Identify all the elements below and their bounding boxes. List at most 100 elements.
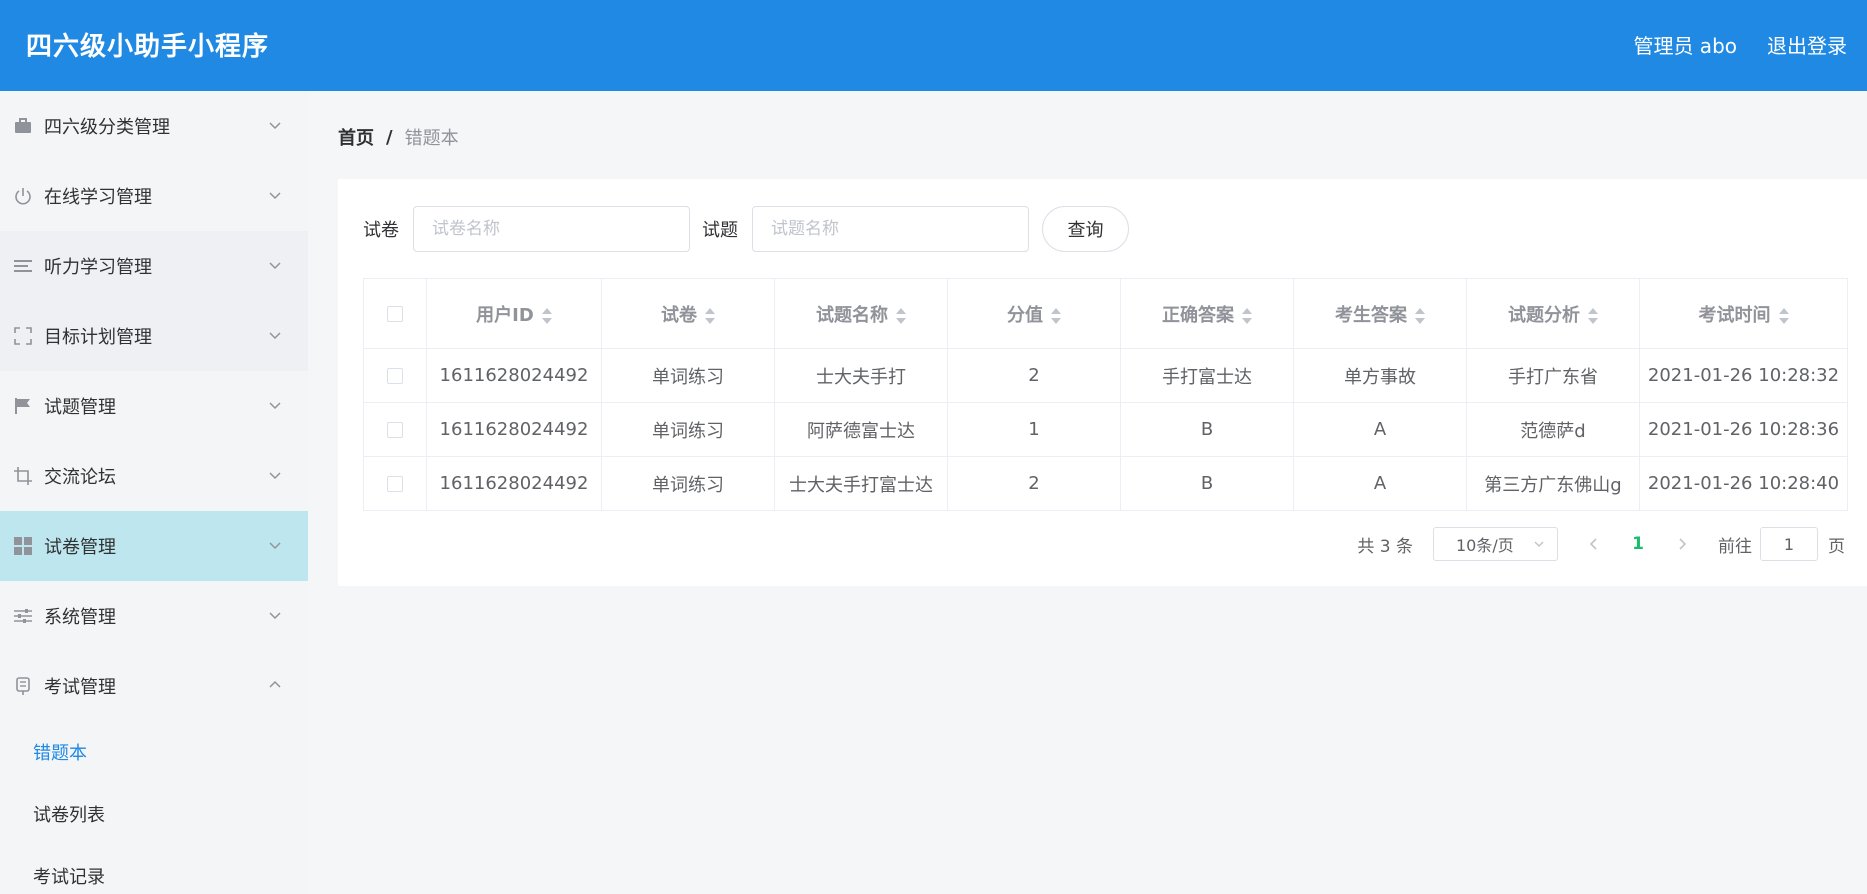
prev-page-button[interactable]: [1582, 532, 1606, 556]
sidebar-item-goal-plan[interactable]: 目标计划管理: [0, 301, 308, 371]
sort-icon[interactable]: [1242, 307, 1252, 324]
page-suffix-label: 页: [1828, 536, 1845, 557]
table-cell: 阿萨德富士达: [774, 402, 948, 457]
breadcrumb-separator: /: [386, 126, 393, 148]
row-select-cell: [363, 402, 427, 457]
table-cell: 1611628024492: [426, 456, 602, 511]
breadcrumb-home[interactable]: 首页: [338, 124, 374, 150]
table-cell: 单词练习: [601, 348, 775, 403]
sidebar-item-online-study[interactable]: 在线学习管理: [0, 161, 308, 231]
column-header[interactable]: 正确答案: [1120, 278, 1294, 349]
table-cell: 2021-01-26 10:28:32: [1639, 348, 1848, 403]
table-cell: 手打富士达: [1120, 348, 1294, 403]
table-cell: 单方事故: [1293, 348, 1467, 403]
table-cell: B: [1120, 402, 1294, 457]
row-select-cell: [363, 456, 427, 511]
table-cell: 单词练习: [601, 402, 775, 457]
table-cell: 第三方广东佛山g: [1466, 456, 1640, 511]
query-button[interactable]: 查询: [1042, 206, 1129, 252]
sidebar-item-label: 交流论坛: [44, 467, 116, 488]
total-count: 共 3 条: [1357, 536, 1413, 557]
sidebar-subitem-exam-records[interactable]: 考试记录: [0, 845, 308, 894]
row-checkbox[interactable]: [387, 422, 403, 438]
sidebar-item-exams[interactable]: 考试管理: [0, 651, 308, 721]
sort-icon[interactable]: [1051, 307, 1061, 324]
breadcrumb-current: 错题本: [404, 128, 459, 149]
select-all-checkbox[interactable]: [387, 306, 403, 322]
table-cell: 2: [947, 348, 1121, 403]
table-cell: A: [1293, 402, 1467, 457]
sidebar-item-label: 考试管理: [44, 677, 116, 698]
column-header[interactable]: 试题名称: [774, 278, 948, 349]
sort-icon[interactable]: [705, 307, 715, 324]
phone-icon: [13, 676, 33, 696]
chevron-down-icon: [269, 262, 281, 270]
column-header[interactable]: 试卷: [601, 278, 775, 349]
sliders-icon: [13, 606, 33, 626]
table-cell: B: [1120, 456, 1294, 511]
sidebar-item-label: 四六级分类管理: [44, 117, 170, 138]
sidebar-item-questions[interactable]: 试题管理: [0, 371, 308, 441]
column-label: 用户ID: [476, 304, 534, 326]
sidebar-item-category[interactable]: 四六级分类管理: [0, 91, 308, 161]
sidebar-item-forum[interactable]: 交流论坛: [0, 441, 308, 511]
sidebar-item-papers[interactable]: 试卷管理: [0, 511, 308, 581]
table-row: 1611628024492 单词练习 士大夫手打富士达 2 B A 第三方广东佛…: [363, 456, 1848, 511]
sort-icon[interactable]: [541, 307, 552, 324]
header-actions: 管理员 abo 退出登录: [1633, 30, 1847, 59]
chevron-down-icon: [269, 332, 281, 340]
table-cell: 1611628024492: [426, 348, 602, 403]
sidebar-item-system[interactable]: 系统管理: [0, 581, 308, 651]
sidebar-item-label: 系统管理: [44, 607, 116, 628]
table-cell: 2021-01-26 10:28:40: [1639, 456, 1848, 511]
page-size-select[interactable]: 10条/页: [1433, 527, 1558, 561]
chevron-down-icon: [269, 192, 281, 200]
frame-icon: [13, 326, 33, 346]
column-header[interactable]: 考试时间: [1639, 278, 1848, 349]
sidebar-item-label: 在线学习管理: [44, 187, 152, 208]
crop-icon: [13, 466, 33, 486]
chevron-down-icon: [269, 402, 281, 410]
breadcrumb: 首页 / 错题本: [338, 124, 459, 150]
table-row: 1611628024492 单词练习 阿萨德富士达 1 B A 范德萨d 202…: [363, 402, 1848, 457]
column-label: 正确答案: [1162, 304, 1234, 326]
sidebar-item-label: 目标计划管理: [44, 327, 152, 348]
sort-icon[interactable]: [1588, 307, 1598, 324]
column-header[interactable]: 分值: [947, 278, 1121, 349]
column-label: 试题名称: [816, 304, 888, 326]
column-header[interactable]: 试题分析: [1466, 278, 1640, 349]
chevron-up-icon: [269, 680, 281, 688]
pagination: 共 3 条 10条/页 1 前往 页: [1357, 527, 1845, 561]
goto-page-input[interactable]: [1760, 527, 1818, 561]
sidebar-item-label: 听力学习管理: [44, 257, 152, 278]
sidebar-subitem-wrong-questions[interactable]: 错题本: [0, 721, 308, 783]
goto-label: 前往: [1718, 536, 1752, 557]
sort-icon[interactable]: [1415, 307, 1425, 324]
page-number[interactable]: 1: [1618, 534, 1658, 554]
column-header[interactable]: 考生答案: [1293, 278, 1467, 349]
row-checkbox[interactable]: [387, 476, 403, 492]
logout-button[interactable]: 退出登录: [1767, 30, 1847, 59]
admin-user-label[interactable]: 管理员 abo: [1633, 30, 1737, 59]
chevron-down-icon: [269, 612, 281, 620]
sidebar-subitem-paper-list[interactable]: 试卷列表: [0, 783, 308, 845]
column-label: 考生答案: [1335, 304, 1407, 326]
table-cell: A: [1293, 456, 1467, 511]
sort-icon[interactable]: [896, 307, 906, 324]
question-name-input[interactable]: [752, 206, 1029, 252]
column-label: 试卷: [661, 304, 697, 326]
paper-filter-label: 试卷: [363, 220, 399, 241]
flag-icon: [13, 396, 33, 416]
table-row: 1611628024492 单词练习 士大夫手打 2 手打富士达 单方事故 手打…: [363, 348, 1848, 403]
sort-icon[interactable]: [1778, 307, 1789, 324]
table-cell: 士大夫手打: [774, 348, 948, 403]
next-page-button[interactable]: [1670, 532, 1694, 556]
sidebar-item-listening[interactable]: 听力学习管理: [0, 231, 308, 301]
power-icon: [13, 186, 33, 206]
row-checkbox[interactable]: [387, 368, 403, 384]
paper-name-input[interactable]: [413, 206, 690, 252]
chevron-down-icon: [269, 122, 281, 130]
list-icon: [13, 256, 33, 276]
table-cell: 手打广东省: [1466, 348, 1640, 403]
column-header[interactable]: 用户ID: [426, 278, 602, 349]
